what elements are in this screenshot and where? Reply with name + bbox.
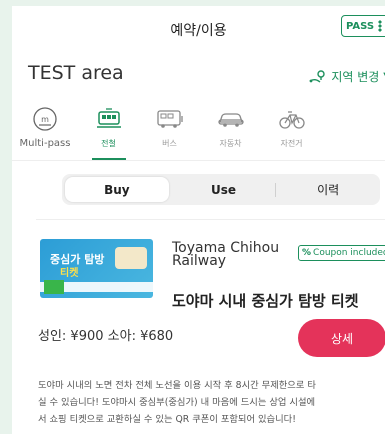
bicycle-icon [278, 111, 305, 129]
ticket-description: 도야마 시내의 노면 전차 전체 노선을 이용 시작 후 8시간 무제한으로 타… [38, 377, 385, 428]
coupon-badge: % Coupon included [298, 245, 385, 261]
car-icon [217, 113, 244, 127]
description-line: 서 쇼핑 티켓으로 교환하실 수 있는 QR 쿠폰이 포함되어 있습니다! [38, 414, 296, 425]
description-line: 도야마 시내의 노면 전차 전체 노선을 이용 시작 후 8시간 무제한으로 타 [38, 380, 316, 391]
tab-label: Multi-pass [19, 138, 71, 149]
tab-train[interactable]: 전철 [78, 104, 139, 160]
tab-label: 버스 [162, 139, 177, 148]
ticket-image[interactable]: 중심가 탐방 티켓 [40, 239, 153, 298]
change-area-label: 지역 변경 [331, 70, 380, 84]
tab-bicycle[interactable]: 자전거 [261, 104, 322, 160]
pass-button[interactable]: PASS [341, 15, 385, 37]
svg-text:m: m [41, 115, 49, 124]
coupon-label: Coupon included [313, 248, 385, 258]
tab-buy[interactable]: Buy [65, 177, 169, 202]
company-name: Toyama Chihou Railway [172, 241, 279, 269]
ticket-price: 성인: ¥900 소아: ¥680 [38, 329, 174, 344]
pass-badge-label: PASS [346, 20, 375, 32]
segmented-control: Buy Use 이력 [62, 174, 380, 205]
detail-button[interactable]: 상세 [298, 319, 385, 357]
tab-label: 자전거 [280, 139, 303, 148]
description-line: 실 수 있습니다! 도야마시 중심부(중심가) 내 마음에 드시는 상업 시설에 [38, 397, 316, 408]
tab-multi-pass[interactable]: m Multi-pass [12, 104, 78, 160]
top-bar: 예약/이용 PASS [12, 6, 385, 52]
tab-history[interactable]: 이력 [276, 174, 380, 205]
app-frame: 예약/이용 PASS TEST area 지역 변경 ▼ [0, 0, 385, 434]
tabs-divider [12, 160, 385, 161]
transport-mode-tabs: m Multi-pass 전철 버스 자동차 자전거 [12, 104, 385, 160]
tab-car[interactable]: 자동차 [200, 104, 261, 160]
company-line-2: Railway [172, 253, 227, 269]
app-screen: 예약/이용 PASS TEST area 지역 변경 ▼ [12, 6, 385, 434]
area-row: TEST area 지역 변경 ▼ [12, 58, 385, 94]
qr-dots-icon [377, 20, 384, 32]
ticket-image-subtitle: 티켓 [60, 268, 79, 279]
area-name: TEST area [28, 62, 124, 84]
tab-use[interactable]: Use [172, 174, 276, 205]
multi-pass-icon: m [33, 107, 57, 131]
ticket-image-tag [44, 280, 64, 294]
tram-illustration [115, 247, 147, 269]
page-title: 예약/이용 [170, 23, 227, 39]
ticket-name: 도야마 시내 중심가 탐방 티켓 [172, 292, 359, 310]
tab-label: 자동차 [219, 139, 242, 148]
train-icon [96, 108, 121, 128]
section-divider [36, 219, 385, 220]
tab-label: 전철 [101, 139, 116, 148]
tab-bus[interactable]: 버스 [139, 104, 200, 160]
bus-icon [156, 110, 183, 128]
map-pin-icon [309, 69, 326, 83]
change-area-button[interactable]: 지역 변경 ▼ [309, 68, 385, 85]
percent-icon: % [302, 248, 312, 258]
